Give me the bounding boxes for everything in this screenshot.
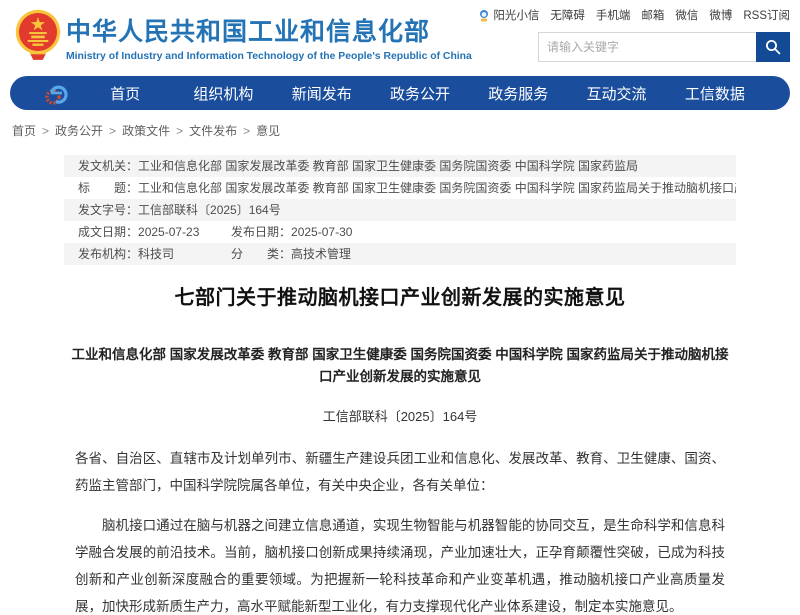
meta-value: 工信部联科〔2025〕164号	[138, 203, 281, 217]
meta-value: 高技术管理	[291, 247, 351, 261]
meta-row-publisher-category: 发布机构：科技司分 类：高技术管理	[64, 243, 736, 265]
meta-label: 成文日期：	[78, 225, 138, 239]
search-icon	[765, 39, 781, 55]
meta-value: 工业和信息化部 国家发展改革委 教育部 国家卫生健康委 国务院国资委 中国科学院…	[138, 159, 638, 173]
breadcrumb-separator: >	[42, 124, 49, 138]
breadcrumb-separator: >	[176, 124, 183, 138]
meta-value: 2025-07-30	[291, 225, 352, 239]
breadcrumb-home[interactable]: 首页	[12, 122, 36, 139]
meta-label: 分 类：	[231, 247, 291, 261]
utility-link-accessibility[interactable]: 无障碍	[550, 7, 585, 23]
search-button[interactable]	[756, 32, 790, 62]
meta-label: 发布日期：	[231, 225, 291, 239]
main-nav: 首页 组织机构 新闻发布 政务公开 政务服务 互动交流 工信数据	[10, 76, 790, 110]
meta-label: 标 题：	[78, 181, 138, 195]
utility-link-sunshine[interactable]: 阳光小信	[478, 7, 539, 23]
meta-row-issuing-authority: 发文机关：工业和信息化部 国家发展改革委 教育部 国家卫生健康委 国务院国资委 …	[64, 155, 736, 177]
utility-link-mail[interactable]: 邮箱	[641, 7, 664, 23]
nav-item-news[interactable]: 新闻发布	[273, 83, 371, 104]
document-subtitle: 工业和信息化部 国家发展改革委 教育部 国家卫生健康委 国务院国资委 中国科学院…	[64, 344, 736, 388]
meta-row-doc-number: 发文字号：工信部联科〔2025〕164号	[64, 199, 736, 221]
document-container: 发文机关：工业和信息化部 国家发展改革委 教育部 国家卫生健康委 国务院国资委 …	[64, 155, 736, 615]
nav-item-home[interactable]: 首页	[76, 83, 174, 104]
paragraph-intro: 脑机接口通过在脑与机器之间建立信息通道，实现生物智能与机器智能的协同交互，是生命…	[75, 512, 725, 615]
national-emblem-icon	[14, 9, 62, 63]
meta-value: 科技司	[138, 243, 231, 265]
miit-swirl-icon	[44, 80, 70, 106]
document-number: 工信部联科〔2025〕164号	[64, 406, 736, 425]
site-header: 中华人民共和国工业和信息化部 Ministry of Industry and …	[0, 0, 800, 70]
nav-item-gov-disclosure[interactable]: 政务公开	[371, 83, 469, 104]
meta-row-dates: 成文日期：2025-07-23发布日期：2025-07-30	[64, 221, 736, 243]
utility-link-weibo[interactable]: 微博	[709, 7, 732, 23]
site-title: 中华人民共和国工业和信息化部	[66, 12, 472, 48]
breadcrumb-gov-disclosure[interactable]: 政务公开	[55, 122, 103, 139]
document-meta-table: 发文机关：工业和信息化部 国家发展改革委 教育部 国家卫生健康委 国务院国资委 …	[64, 155, 736, 265]
breadcrumb: 首页 > 政务公开 > 政策文件 > 文件发布 > 意见	[12, 122, 800, 139]
utility-links: 阳光小信 无障碍 手机端 邮箱 微信 微博 RSS订阅	[538, 7, 790, 23]
breadcrumb-separator: >	[109, 124, 116, 138]
site-subtitle: Ministry of Industry and Information Tec…	[66, 51, 472, 62]
search-bar	[538, 32, 790, 62]
meta-value: 2025-07-23	[138, 221, 231, 243]
search-input[interactable]	[538, 32, 756, 62]
breadcrumb-separator: >	[243, 124, 250, 138]
utility-link-mobile[interactable]: 手机端	[596, 7, 631, 23]
meta-label: 发文机关：	[78, 159, 138, 173]
utility-link-wechat[interactable]: 微信	[675, 7, 698, 23]
meta-label: 发文字号：	[78, 203, 138, 217]
meta-value: 工业和信息化部 国家发展改革委 教育部 国家卫生健康委 国务院国资委 中国科学院…	[138, 181, 736, 195]
meta-label: 发布机构：	[78, 247, 138, 261]
document-body: 各省、自治区、直辖市及计划单列市、新疆生产建设兵团工业和信息化、发展改革、教育、…	[64, 445, 736, 615]
document-title: 七部门关于推动脑机接口产业创新发展的实施意见	[64, 281, 736, 310]
meta-row-title: 标 题：工业和信息化部 国家发展改革委 教育部 国家卫生健康委 国务院国资委 中…	[64, 177, 736, 199]
breadcrumb-policy-files[interactable]: 政策文件	[122, 122, 170, 139]
paragraph-addressees: 各省、自治区、直辖市及计划单列市、新疆生产建设兵团工业和信息化、发展改革、教育、…	[75, 445, 725, 499]
mascot-icon	[478, 9, 490, 22]
breadcrumb-current-opinions: 意见	[256, 122, 280, 139]
nav-item-gov-services[interactable]: 政务服务	[469, 83, 567, 104]
nav-item-organization[interactable]: 组织机构	[174, 83, 272, 104]
breadcrumb-file-release[interactable]: 文件发布	[189, 122, 237, 139]
header-utilities: 阳光小信 无障碍 手机端 邮箱 微信 微博 RSS订阅	[538, 7, 790, 62]
utility-link-rss[interactable]: RSS订阅	[743, 7, 790, 23]
site-brand[interactable]: 中华人民共和国工业和信息化部 Ministry of Industry and …	[66, 12, 472, 62]
nav-item-miit-data[interactable]: 工信数据	[666, 83, 764, 104]
nav-item-interaction[interactable]: 互动交流	[567, 83, 665, 104]
